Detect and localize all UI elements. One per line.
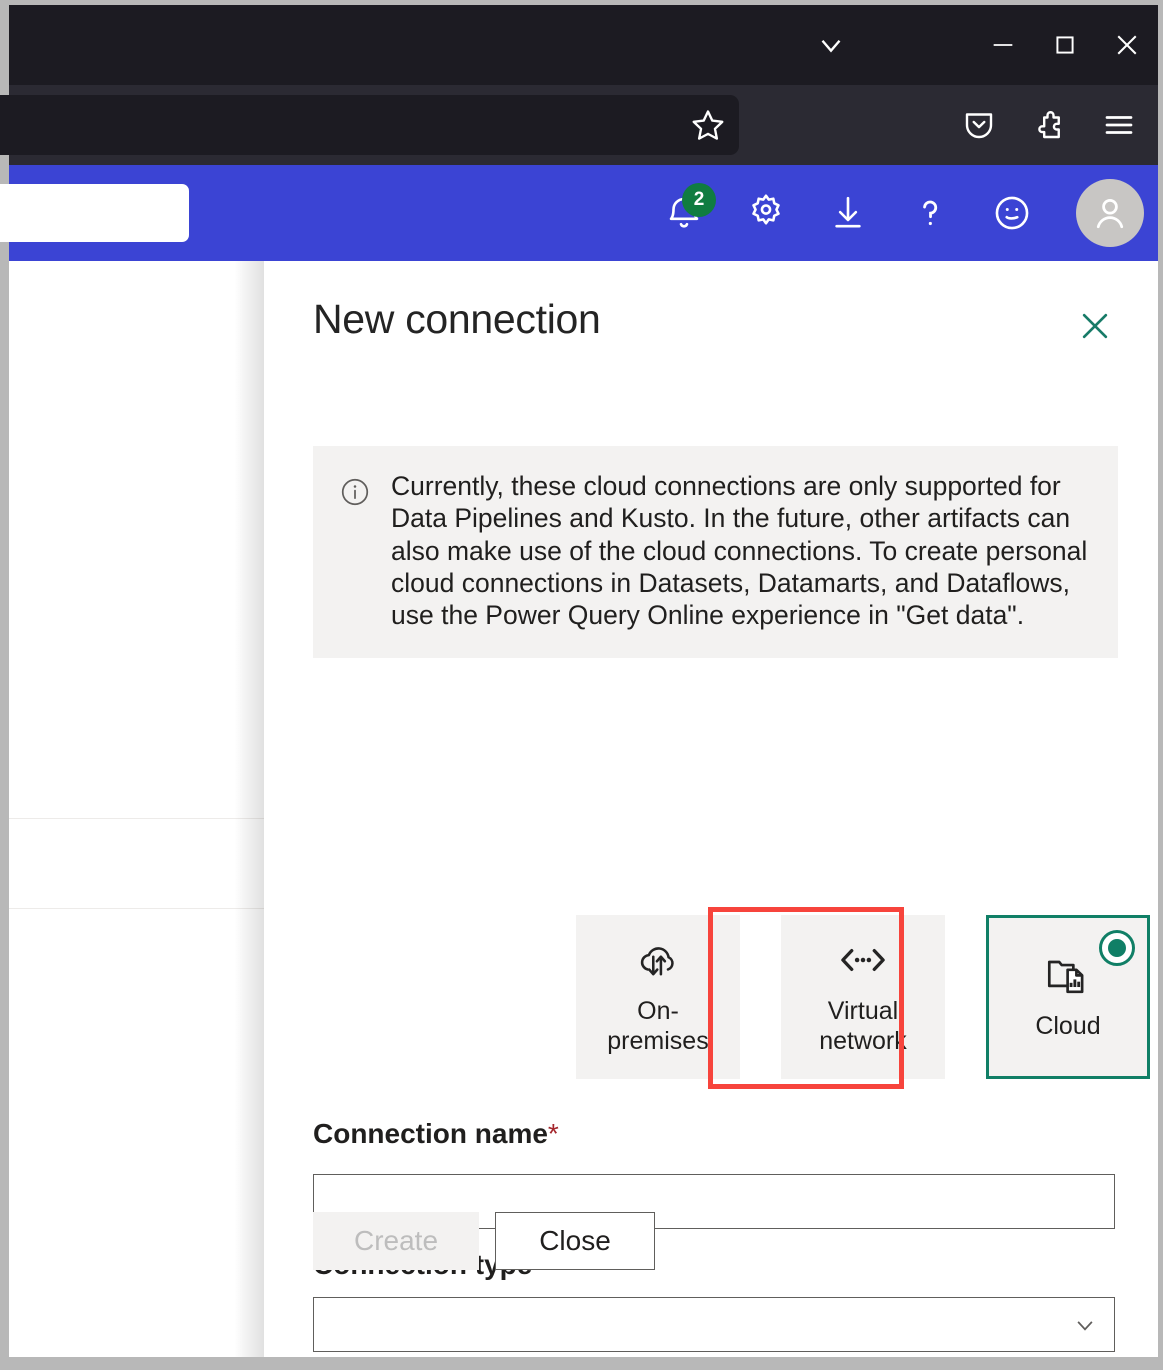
settings-gear-icon <box>754 196 779 224</box>
cloud-sync-arrows-icon-wrap <box>634 938 682 982</box>
bookmark-star-icon <box>694 112 723 139</box>
required-marker: * <box>548 1118 559 1149</box>
info-message-text: Currently, these cloud connections are o… <box>391 470 1092 632</box>
minimize-button[interactable] <box>972 5 1034 85</box>
browser-toolbar-actions <box>950 93 1148 157</box>
address-bar[interactable]: er-bi <box>0 95 739 155</box>
create-button[interactable]: Create <box>313 1212 479 1270</box>
screen-root: er-bi <box>0 0 1163 1370</box>
browser-title-bar <box>9 5 1158 85</box>
extensions-button[interactable] <box>1020 96 1078 154</box>
gateway-card-label: Virtual network <box>819 996 907 1056</box>
window-controls <box>800 5 1158 85</box>
panel-header: New connection <box>313 297 1118 357</box>
connection-name-label-text: Connection name <box>313 1118 548 1149</box>
panel-close-button[interactable] <box>1072 303 1118 349</box>
address-bar-text[interactable]: er-bi <box>0 110 677 141</box>
feedback-smiley-icon <box>997 198 1027 228</box>
close-button[interactable]: Close <box>495 1212 655 1270</box>
info-circle-icon-wrap <box>339 470 371 632</box>
gateway-card-label: Cloud <box>1035 1011 1100 1041</box>
maximize-icon <box>1057 37 1072 52</box>
notifications-button[interactable]: 2 <box>662 191 706 235</box>
app-header-bar: 2 <box>9 165 1158 261</box>
help-question-icon <box>925 202 936 217</box>
global-search-input[interactable] <box>0 184 189 242</box>
panel-title: New connection <box>313 297 601 342</box>
account-avatar[interactable] <box>1076 179 1144 247</box>
cloud-folder-report-icon-wrap <box>1045 953 1091 997</box>
app-header-actions: 2 <box>662 165 1144 261</box>
chevron-down-icon <box>1078 1321 1092 1329</box>
gateway-card-virtual-network[interactable]: Virtual network <box>781 915 945 1079</box>
window-close-button[interactable] <box>1096 5 1158 85</box>
gateway-card-on-premises[interactable]: On-premises <box>576 915 740 1079</box>
pocket-save-button[interactable] <box>950 96 1008 154</box>
maximize-button[interactable] <box>1034 5 1096 85</box>
bookmark-star-button[interactable] <box>677 95 739 155</box>
panel-drop-shadow <box>234 261 264 1357</box>
feedback-button[interactable] <box>990 191 1034 235</box>
application-menu-button[interactable] <box>1090 96 1148 154</box>
connection-type-select[interactable] <box>313 1297 1115 1352</box>
gateway-card-selected-radio[interactable] <box>1099 930 1135 966</box>
download-button[interactable] <box>826 191 870 235</box>
browser-nav-toolbar: er-bi <box>9 85 1158 165</box>
help-button[interactable] <box>908 191 952 235</box>
settings-button[interactable] <box>744 191 788 235</box>
extensions-puzzle-icon <box>1039 112 1058 137</box>
new-connection-panel: New connection Currently, these cloud co… <box>264 261 1158 1357</box>
notification-count-badge: 2 <box>682 183 716 217</box>
account-avatar-icon <box>1104 200 1117 213</box>
gateway-card-label: On-premises <box>593 996 723 1056</box>
virtual-network-chevrons-icon-wrap <box>837 938 889 982</box>
connection-name-label: Connection name* <box>313 1118 559 1150</box>
chevron-down-icon <box>823 41 840 51</box>
virtual-network-chevrons-icon <box>843 951 852 970</box>
gateway-card-cloud[interactable]: Cloud <box>986 915 1150 1079</box>
tab-list-chevron-button[interactable] <box>800 5 862 85</box>
info-message-box: Currently, these cloud connections are o… <box>313 446 1118 658</box>
